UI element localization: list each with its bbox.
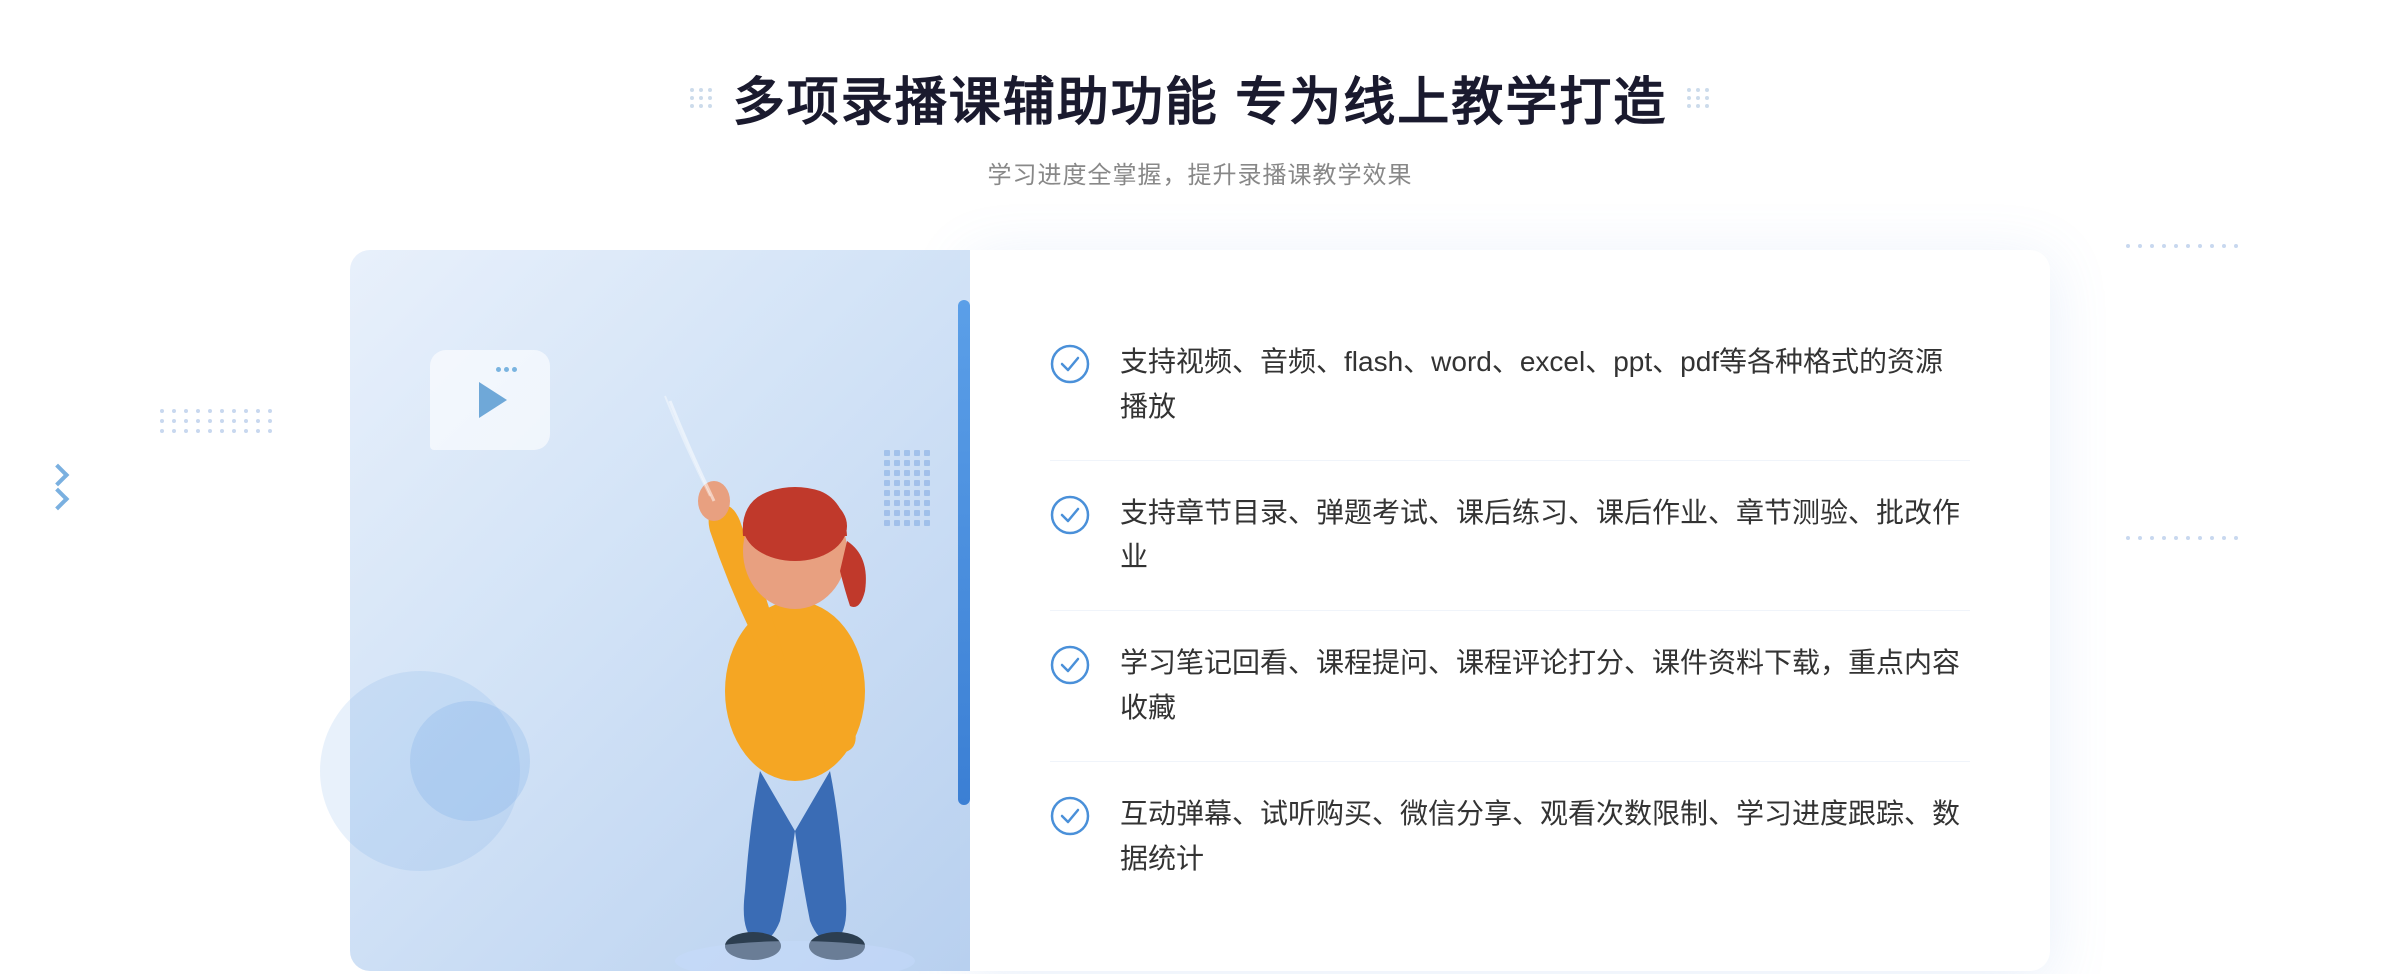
illustration-panel xyxy=(350,250,970,971)
right-dot-pattern-top xyxy=(2126,244,2240,248)
person-illustration xyxy=(610,371,990,971)
left-dot-pattern xyxy=(160,409,274,433)
right-dot-pattern-bottom xyxy=(2126,536,2240,540)
play-bubble-dots xyxy=(496,367,517,372)
feature-item-2: 支持章节目录、弹题考试、课后练习、课后作业、章节测验、批改作业 xyxy=(1050,461,1970,612)
feature-text-3: 学习笔记回看、课程提问、课程评论打分、课件资料下载，重点内容收藏 xyxy=(1120,641,1970,731)
deco-circle-small xyxy=(410,701,530,821)
title-left-dots xyxy=(690,88,713,108)
page-subtitle: 学习进度全掌握，提升录播课教学效果 xyxy=(690,155,1710,190)
header-section: 多项录播课辅助功能 专为线上教学打造 学习进度全掌握，提升录播课教学效果 xyxy=(690,60,1710,190)
page-container: 多项录播课辅助功能 专为线上教学打造 学习进度全掌握，提升录播课教学效果 xyxy=(0,0,2400,974)
feature-text-1: 支持视频、音频、flash、word、excel、ppt、pdf等各种格式的资源… xyxy=(1120,340,1970,430)
play-icon xyxy=(479,382,507,418)
title-row: 多项录播课辅助功能 专为线上教学打造 xyxy=(690,60,1710,135)
feature-text-4: 互动弹幕、试听购买、微信分享、观看次数限制、学习进度跟踪、数据统计 xyxy=(1120,792,1970,882)
feature-item-3: 学习笔记回看、课程提问、课程评论打分、课件资料下载，重点内容收藏 xyxy=(1050,611,1970,762)
check-icon-2 xyxy=(1050,495,1090,535)
left-arrow-decoration xyxy=(50,467,66,507)
feature-text-2: 支持章节目录、弹题考试、课后练习、课后作业、章节测验、批改作业 xyxy=(1120,491,1970,581)
features-panel: 支持视频、音频、flash、word、excel、ppt、pdf等各种格式的资源… xyxy=(970,250,2050,971)
page-title: 多项录播课辅助功能 专为线上教学打造 xyxy=(733,60,1667,135)
feature-item-1: 支持视频、音频、flash、word、excel、ppt、pdf等各种格式的资源… xyxy=(1050,310,1970,461)
title-right-dots xyxy=(1687,88,1710,108)
check-icon-1 xyxy=(1050,344,1090,384)
main-content-area: 支持视频、音频、flash、word、excel、ppt、pdf等各种格式的资源… xyxy=(350,250,2050,971)
play-bubble xyxy=(430,350,550,450)
check-icon-4 xyxy=(1050,796,1090,836)
check-icon-3 xyxy=(1050,645,1090,685)
feature-item-4: 互动弹幕、试听购买、微信分享、观看次数限制、学习进度跟踪、数据统计 xyxy=(1050,762,1970,912)
